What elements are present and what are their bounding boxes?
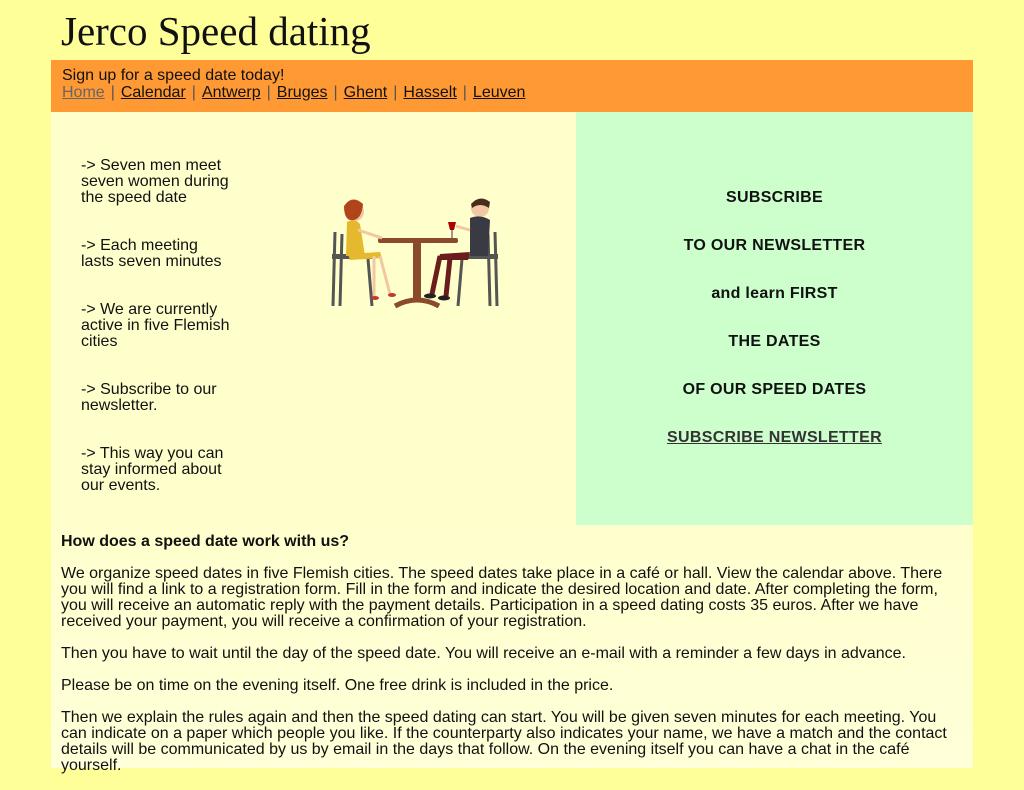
nav-link-home[interactable]: Home <box>62 84 105 101</box>
newsletter-panel: SUBSCRIBE TO OUR NEWSLETTER and learn FI… <box>576 112 973 525</box>
article-paragraph: Then you have to wait until the day of t… <box>61 645 906 662</box>
nav-link-hasselt[interactable]: Hasselt <box>403 84 456 101</box>
nav-links: Home | Calendar | Antwerp | Bruges | Ghent | Hasse… <box>62 85 963 101</box>
article-heading: How does a speed date work with us? <box>61 533 350 550</box>
feature-item: -> This way you can stay informed about … <box>81 445 224 494</box>
main-content: -> Seven men meet seven women during the… <box>51 112 973 774</box>
nav-separator: | <box>110 84 115 101</box>
feature-item: -> Each meeting lasts seven minutes <box>81 237 222 270</box>
nav-tagline: Sign up for a speed date today! <box>62 67 285 84</box>
nav-link-bruges[interactable]: Bruges <box>277 84 328 101</box>
subscribe-newsletter-link[interactable]: SUBSCRIBE NEWSLETTER <box>667 429 882 446</box>
nav-link-antwerp[interactable]: Antwerp <box>202 84 261 101</box>
nav-separator: | <box>191 84 196 101</box>
feature-item: -> Subscribe to our newsletter. <box>81 381 217 414</box>
newsletter-line: TO OUR NEWSLETTER <box>683 237 866 254</box>
newsletter-line: THE DATES <box>728 333 821 350</box>
nav-separator: | <box>266 84 271 101</box>
nav-separator: | <box>462 84 467 101</box>
nav-link-leuven[interactable]: Leuven <box>473 84 526 101</box>
newsletter-line: OF OUR SPEED DATES <box>682 381 867 398</box>
nav-link-ghent[interactable]: Ghent <box>344 84 388 101</box>
features-list: -> Seven men meet seven women during the… <box>81 158 231 526</box>
article-paragraph: We organize speed dates in five Flemish … <box>61 565 943 630</box>
article-paragraph: Then we explain the rules again and then… <box>61 709 947 774</box>
newsletter-line: and learn FIRST <box>711 285 838 302</box>
newsletter-link-wrapper: SUBSCRIBE NEWSLETTER <box>576 429 973 447</box>
article-paragraph: Please be on time on the evening itself.… <box>61 677 614 694</box>
feature-item: -> Seven men meet seven women during the… <box>81 157 229 206</box>
feature-item: -> We are currently active in five Flemi… <box>81 301 230 350</box>
nav-separator: | <box>393 84 398 101</box>
nav-separator: | <box>333 84 338 101</box>
couple-at-table-illustration <box>331 198 499 309</box>
newsletter-line: SUBSCRIBE <box>726 189 823 206</box>
site-title: Jerco Speed dating <box>61 8 371 54</box>
nav-bar: Sign up for a speed date today! Home | Cal… <box>51 60 973 112</box>
article: How does a speed date work with us? We o… <box>61 534 961 790</box>
nav-link-calendar[interactable]: Calendar <box>121 84 186 101</box>
